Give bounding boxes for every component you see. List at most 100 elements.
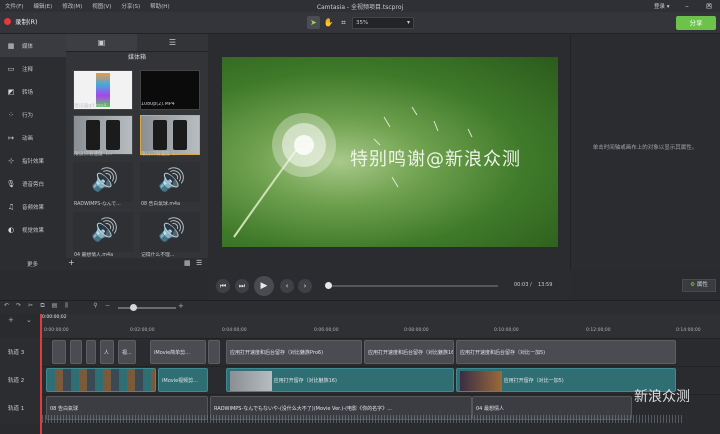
timeline-clip[interactable]: 应用打开速度和后台留存（对比一加5) (456, 340, 676, 364)
redo-icon[interactable]: ↷ (14, 302, 23, 310)
menu-share[interactable]: 分享(S) (116, 2, 145, 10)
timeline-clip[interactable] (46, 368, 156, 392)
sidebar-item-audio-effects[interactable]: ♫ 音频效果 (0, 195, 66, 218)
cursor-icon: ⊹ (8, 156, 14, 165)
timeline-clip[interactable]: 视... (118, 340, 136, 364)
scrub-handle[interactable] (325, 282, 332, 289)
film-icon: ▦ (7, 41, 15, 50)
share-label: 分享 (689, 19, 703, 27)
bin-title: 媒体箱 (127, 54, 146, 61)
zoom-select[interactable]: 35% (352, 17, 414, 29)
clip-thumbnail (230, 370, 272, 391)
properties-button[interactable]: ⚙ 属性 (682, 279, 716, 292)
sidebar-item-cursor-effects[interactable]: ⊹ 指针效果 (0, 149, 66, 172)
timeline-ruler[interactable] (40, 314, 720, 338)
clip-thumbnail (460, 370, 502, 391)
timeline-clip[interactable]: iMovie简单剪... (150, 340, 206, 364)
menu-view[interactable]: 视图(V) (87, 2, 116, 10)
timeline-tools: ↶ ↷ ✂ ⧉ ▤ ⫼ ⚲ − (2, 302, 112, 310)
cut-icon[interactable]: ✂ (26, 302, 35, 310)
sidebar-item-annotations[interactable]: ▭ 注释 (0, 57, 66, 80)
list-view-icon[interactable]: ☰ (196, 259, 202, 267)
menu-file[interactable]: 文件(F) (0, 2, 28, 10)
share-button[interactable]: 分享 (676, 16, 716, 30)
sidebar-item-animations[interactable]: ↦ 动画 (0, 126, 66, 149)
undo-icon[interactable]: ↶ (2, 302, 11, 310)
hand-icon[interactable]: ✋ (322, 16, 335, 29)
menu-help[interactable]: 帮助(H) (145, 2, 174, 10)
step-back-icon[interactable]: ⏮ (216, 279, 230, 293)
media-thumb-3[interactable] (73, 115, 133, 155)
speaker-icon: 🔊 (158, 218, 186, 243)
media-thumb-4[interactable] (140, 115, 200, 155)
close-icon[interactable]: ✕ (698, 2, 720, 10)
menu-edit[interactable]: 编辑(E) (28, 2, 57, 10)
zoom-in-icon[interactable]: + (178, 302, 184, 310)
copy-icon[interactable]: ⧉ (38, 302, 47, 310)
media-label-4: 限议识限速度（... (141, 152, 180, 157)
menu-modify[interactable]: 修改(M) (57, 2, 87, 10)
pointer-icon[interactable]: ➤ (307, 16, 320, 29)
zoom-out-icon[interactable]: − (103, 302, 112, 310)
playhead[interactable] (40, 314, 42, 434)
timeline-zoom-handle[interactable] (130, 304, 137, 311)
microphone-icon: 🎙 (6, 179, 16, 188)
timeline-clip[interactable]: 应用打开速度和后台留存（对比魅族Pro6) (226, 340, 362, 364)
sidebar-item-media[interactable]: ▦ 媒体 (0, 34, 66, 57)
timeline-zoom-slider[interactable] (118, 307, 176, 309)
step-forward-icon[interactable]: ⏭ (235, 279, 249, 293)
sidebar-item-label: 动画 (22, 135, 34, 142)
ruler-tick: 0:02:00;00 (130, 328, 155, 333)
timeline-clip[interactable]: 应用打开留存（对比魅族16) (226, 368, 454, 392)
sidebar-item-behaviors[interactable]: ⁘ 行为 (0, 103, 66, 126)
timeline-clip[interactable] (52, 340, 66, 364)
sidebar-item-visual-effects[interactable]: ◐ 视觉效果 (0, 218, 66, 241)
media-thumb-7[interactable]: 🔊 (73, 212, 133, 252)
add-track-icon[interactable]: + (8, 316, 14, 324)
media-label-7: 04 最想情人.m4a (74, 253, 114, 258)
paste-icon[interactable]: ▤ (50, 302, 59, 310)
sidebar-item-voice-narration[interactable]: 🎙 语音旁白 (0, 172, 66, 195)
preview-canvas[interactable]: 特别鸣谢@新浪众测 (222, 57, 558, 247)
grid-view-icon[interactable]: ▦ (184, 259, 191, 267)
timeline-clip[interactable] (70, 340, 82, 364)
sidebar-item-label: 语音旁白 (22, 181, 45, 188)
zoom-icon[interactable]: ⚲ (91, 302, 100, 310)
media-thumb-5[interactable]: 🔊 (73, 162, 133, 202)
split-icon[interactable]: ⫼ (62, 302, 71, 310)
ruler-tick: 0:10:00;00 (494, 328, 519, 333)
annotation-icon: ▭ (7, 64, 15, 73)
prev-marker-icon[interactable]: ‹ (280, 279, 294, 293)
sidebar-more-button[interactable]: 更多 (27, 260, 38, 268)
properties-panel (570, 34, 720, 270)
next-marker-icon[interactable]: › (298, 279, 312, 293)
collapse-icon[interactable]: ⌄ (26, 316, 32, 324)
media-thumb-8[interactable]: 🔊 (140, 212, 200, 252)
visual-effect-icon: ◐ (7, 225, 15, 234)
audio-waveform (42, 415, 682, 423)
media-label-8: 记得什么不理... (141, 253, 175, 258)
sidebar-item-transitions[interactable]: ◩ 转场 (0, 80, 66, 103)
timeline-clip[interactable] (208, 340, 220, 364)
media-thumb-6[interactable]: 🔊 (140, 162, 200, 202)
timeline-clip[interactable] (86, 340, 96, 364)
close-wrap: ✕ (698, 0, 720, 12)
add-icon[interactable]: + (68, 258, 75, 267)
play-icon[interactable]: ▶ (254, 276, 274, 296)
audio-icon: ♫ (7, 202, 15, 211)
record-icon (4, 17, 11, 25)
timeline-clip[interactable]: iMovie视频剪... (158, 368, 208, 392)
minimize-icon[interactable]: – (676, 2, 698, 10)
crop-icon[interactable]: ⌗ (337, 16, 350, 29)
bin-tabs: ▣ ☰ (66, 34, 208, 52)
scrub-track[interactable] (328, 285, 498, 287)
library-list-icon[interactable]: ☰ (137, 34, 208, 51)
film-strip-icon[interactable]: ▣ (66, 34, 137, 51)
timeline-clip[interactable]: 应用打开速度和后台留存（对比魅族16) (364, 340, 454, 364)
tools-sidebar: ▦ 媒体 ▭ 注释 ◩ 转场 ⁘ 行为 ↦ 动画 ⊹ 指针效果 🎙 语音旁白 ♫ 音频效果 ◐ 视… (0, 34, 66, 270)
record-button[interactable]: 录制(R) (4, 16, 38, 26)
track-label: 轨道 3 (0, 338, 40, 368)
timeline-clip[interactable]: 人 (100, 340, 114, 364)
ruler-tick: 0:12:00;00 (586, 328, 611, 333)
